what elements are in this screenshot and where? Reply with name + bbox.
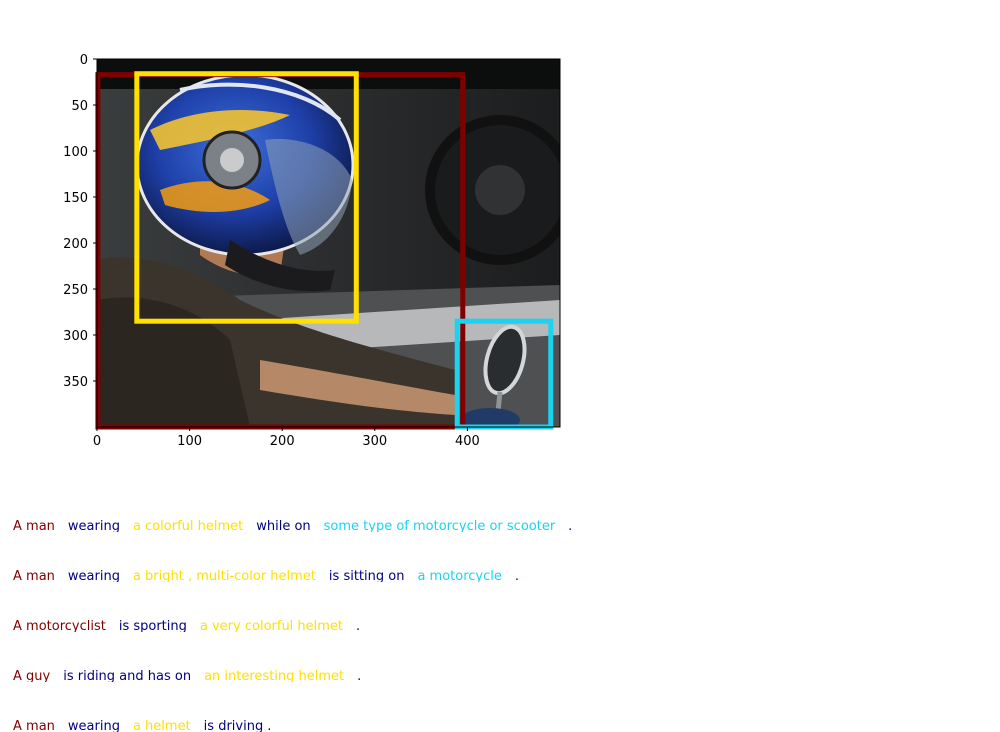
caption-phrase-person: A man	[13, 519, 55, 532]
caption-phrase-verb: is sporting	[118, 619, 187, 632]
caption-phrase-person: A motorcyclist	[13, 619, 106, 632]
caption-phrase-verb: is sitting on	[328, 569, 405, 582]
caption-phrase-verb: wearing	[67, 519, 120, 532]
caption-line: A man wearing a bright , multi-color helme…	[13, 568, 519, 582]
caption-phrase-person: A guy	[13, 669, 51, 682]
caption-phrase-person: A man	[13, 569, 55, 582]
caption-phrase-punct: .	[356, 619, 361, 632]
caption-line: A man wearing a colorful helmet while on som…	[13, 518, 572, 532]
caption-phrase-punct: .	[514, 569, 520, 582]
caption-phrase-punct: .	[357, 669, 362, 682]
caption-phrase-helmet: a bright , multi-color helmet	[132, 569, 316, 582]
caption-phrase-vehicle: some type of motorcycle or scooter	[323, 519, 556, 532]
caption-line: A motorcyclist is sporting a very colorful…	[13, 618, 360, 632]
caption-phrase-verb: while on	[256, 519, 311, 532]
caption-phrase-verb: is riding and has on	[63, 669, 192, 682]
caption-phrase-vehicle: a motorcycle	[417, 569, 502, 582]
caption-phrase-punct: .	[568, 519, 573, 532]
caption-phrase-helmet: an interesting helmet	[204, 669, 345, 682]
caption-phrase-helmet: a very colorful helmet	[199, 619, 344, 632]
caption-phrase-verb: wearing	[67, 569, 120, 582]
caption-list: A man wearing a colorful helmet while on som…	[0, 0, 1000, 732]
caption-line: A guy is riding and has on an interesting …	[13, 668, 361, 682]
caption-phrase-helmet: a colorful helmet	[132, 519, 244, 532]
